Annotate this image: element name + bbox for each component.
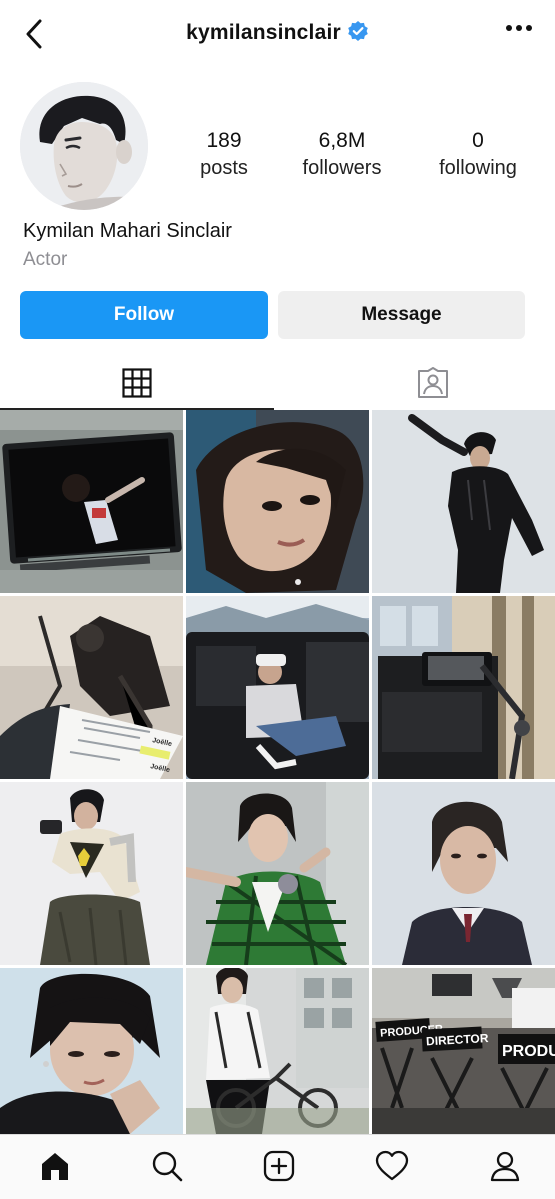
profile-category: Actor (23, 249, 68, 270)
profile-full-name: Kymilan Mahari Sinclair (23, 220, 232, 242)
post-image (186, 782, 369, 965)
profile-tabs (0, 355, 555, 410)
more-options-button[interactable] (503, 14, 535, 42)
following-count-stat[interactable]: 0 following (408, 128, 548, 182)
profile-avatar[interactable] (20, 82, 148, 210)
following-count: 0 (472, 129, 484, 152)
verified-badge-icon (347, 20, 369, 48)
more-horizontal-icon (506, 25, 532, 31)
post-tile[interactable] (372, 782, 555, 965)
post-image (186, 410, 369, 593)
nav-search-button[interactable] (150, 1149, 184, 1183)
nav-profile-button[interactable] (488, 1149, 522, 1183)
post-tile[interactable] (0, 782, 183, 965)
post-image (186, 968, 369, 1134)
nav-home-button[interactable] (38, 1149, 72, 1183)
post-image (372, 596, 555, 779)
post-image (0, 410, 183, 593)
post-tile[interactable] (0, 968, 183, 1151)
add-post-icon (263, 1150, 295, 1182)
post-image (0, 782, 183, 965)
followers-label: followers (302, 157, 382, 179)
profile-username-header: kymilansinclair (0, 20, 555, 48)
post-tile[interactable] (0, 410, 183, 593)
post-image (372, 782, 555, 965)
bottom-navigation-bar (0, 1134, 555, 1199)
post-tile[interactable] (372, 410, 555, 593)
post-image (372, 410, 555, 593)
following-label: following (439, 157, 517, 179)
post-image: Joëlle Joëlle (0, 596, 183, 779)
post-tile[interactable]: Joëlle Joëlle (0, 596, 183, 779)
nav-create-button[interactable] (262, 1149, 296, 1183)
message-button[interactable]: Message (278, 291, 525, 339)
search-icon (152, 1151, 183, 1182)
followers-count-stat[interactable]: 6,8M followers (272, 128, 412, 182)
profile-top-bar: kymilansinclair (0, 0, 555, 68)
post-tile[interactable] (186, 596, 369, 779)
post-image (0, 968, 183, 1134)
followers-count: 6,8M (318, 129, 366, 152)
tab-posts-grid[interactable] (0, 355, 274, 410)
chair-label: PRODUC (502, 1043, 555, 1060)
username-text: kymilansinclair (186, 21, 341, 44)
post-tile[interactable] (372, 596, 555, 779)
post-tile[interactable] (186, 968, 369, 1151)
post-tile[interactable]: PRODUCER DIRECTOR PRODUC (372, 968, 555, 1151)
nav-activity-button[interactable] (375, 1149, 409, 1183)
grid-icon (122, 367, 152, 398)
follow-button[interactable]: Follow (20, 291, 268, 339)
post-image (186, 596, 369, 779)
tab-tagged[interactable] (296, 355, 555, 410)
post-tile[interactable] (186, 782, 369, 965)
profile-icon (490, 1151, 520, 1182)
post-tile[interactable] (186, 410, 369, 593)
avatar-image (20, 82, 148, 210)
home-icon (42, 1153, 68, 1180)
tagged-person-icon (418, 366, 448, 398)
heart-icon (375, 1150, 409, 1181)
post-image: PRODUCER DIRECTOR PRODUC (372, 968, 555, 1134)
